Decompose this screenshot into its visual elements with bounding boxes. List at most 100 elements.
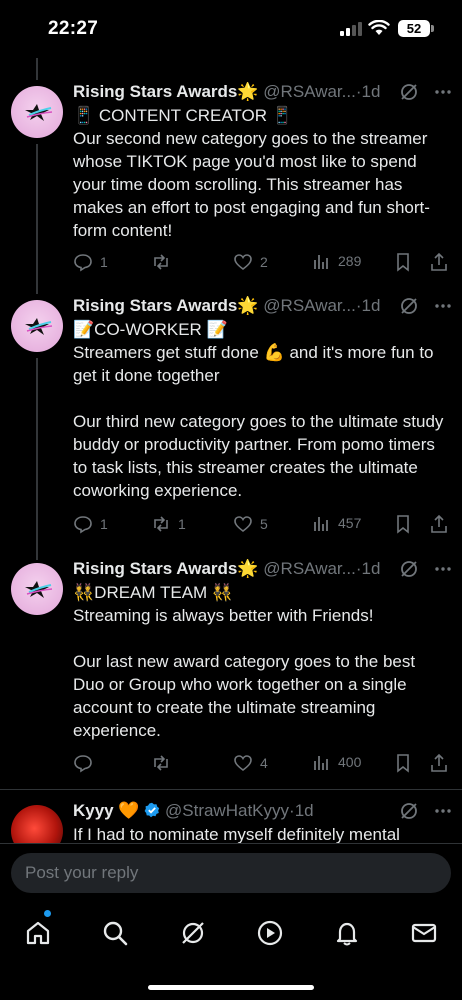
display-name[interactable]: Rising Stars Awards🌟	[73, 82, 259, 101]
avatar[interactable]	[11, 300, 63, 352]
views-button[interactable]: 289	[313, 252, 361, 270]
thread-connector	[36, 58, 38, 80]
thread-feed[interactable]: Rising Stars Awards🌟 @RSAwar...·1d 📱 CON…	[0, 58, 462, 843]
wifi-icon	[368, 20, 390, 35]
views-icon	[314, 756, 328, 770]
reply-button[interactable]: 1	[73, 514, 108, 534]
user-handle[interactable]: @StrawHatKyyy	[165, 801, 289, 820]
more-options-icon[interactable]	[433, 82, 453, 102]
tweet-text: 👯DREAM TEAM 👯 Streaming is always better…	[73, 583, 416, 740]
tweet-age: 1d	[294, 801, 314, 820]
share-icon[interactable]	[429, 753, 449, 773]
reply-count: 1	[100, 516, 108, 532]
tweet-text: If I had to nominate myself definitely m…	[73, 825, 400, 843]
grok-icon[interactable]	[399, 296, 419, 316]
tweet-header-actions	[399, 82, 453, 102]
view-count: 289	[338, 253, 362, 269]
views-button[interactable]: 400	[313, 753, 361, 771]
grok-icon[interactable]	[399, 559, 419, 579]
like-icon	[234, 755, 252, 772]
like-icon	[234, 516, 252, 533]
user-handle[interactable]: @RSAwar...	[263, 296, 356, 315]
rising-stars-logo-icon	[25, 581, 53, 598]
battery-tip	[431, 25, 434, 32]
notifications-icon	[336, 922, 358, 946]
repost-icon	[154, 516, 168, 532]
repost-button[interactable]	[151, 252, 178, 272]
tab-search[interactable]	[99, 917, 131, 949]
bookmark-icon[interactable]	[393, 252, 413, 272]
verified-badge-icon	[144, 802, 160, 818]
tweet[interactable]: Kyyy 🧡 @StrawHatKyyy·1d If I had to nomi…	[0, 801, 462, 843]
view-count: 400	[338, 754, 362, 770]
display-name[interactable]: Rising Stars Awards🌟	[73, 296, 259, 315]
reply-input[interactable]: Post your reply	[11, 853, 451, 893]
tab-home[interactable]	[22, 917, 54, 949]
display-name[interactable]: Kyyy 🧡	[73, 801, 140, 820]
tweet-header-actions	[399, 801, 453, 821]
tweet-text: 📱 CONTENT CREATOR 📱 Our second new categ…	[73, 106, 430, 240]
home-icon	[26, 921, 50, 945]
tweet[interactable]: Rising Stars Awards🌟 @RSAwar...·1d 📱 CON…	[0, 82, 462, 296]
tweet-header: Rising Stars Awards🌟 @RSAwar...·1d	[73, 82, 453, 106]
share-icon[interactable]	[429, 252, 449, 272]
avatar[interactable]	[11, 563, 63, 615]
views-icon	[314, 255, 328, 269]
grok-icon[interactable]	[399, 801, 419, 821]
tweet-header: Rising Stars Awards🌟 @RSAwar...·1d	[73, 296, 453, 320]
reply-composer-bar: Post your reply	[0, 843, 462, 903]
like-button[interactable]: 4	[233, 753, 268, 773]
reply-count: 1	[100, 254, 108, 270]
more-options-icon[interactable]	[433, 559, 453, 579]
display-name[interactable]: Rising Stars Awards🌟	[73, 559, 259, 578]
battery-indicator: 52	[398, 20, 430, 37]
repost-icon	[154, 254, 168, 270]
tab-video[interactable]	[254, 917, 286, 949]
views-button[interactable]: 457	[313, 514, 361, 532]
user-handle[interactable]: @RSAwar...	[263, 559, 356, 578]
tweet[interactable]: Rising Stars Awards🌟 @RSAwar...·1d 📝CO-W…	[0, 296, 462, 558]
tweet-actions: 1 1 5 457	[73, 514, 453, 536]
rising-stars-logo-icon	[25, 104, 53, 121]
reply-button[interactable]: 1	[73, 252, 108, 272]
like-count: 2	[260, 254, 268, 270]
home-notification-dot	[44, 910, 51, 917]
repost-button[interactable]	[151, 753, 178, 773]
search-icon	[103, 921, 128, 946]
status-time: 22:27	[48, 18, 99, 39]
bookmark-icon[interactable]	[393, 514, 413, 534]
reply-button[interactable]	[73, 753, 100, 773]
tweet-age: 1d	[361, 559, 381, 578]
view-count: 457	[338, 515, 362, 531]
more-options-icon[interactable]	[433, 296, 453, 316]
bookmark-icon[interactable]	[393, 753, 413, 773]
user-handle[interactable]: @RSAwar...	[263, 82, 356, 101]
tweet-actions: 4 400	[73, 753, 453, 775]
tweet-age: 1d	[361, 296, 381, 315]
more-options-icon[interactable]	[433, 801, 453, 821]
like-count: 5	[260, 516, 268, 532]
like-button[interactable]: 2	[233, 252, 268, 272]
repost-button[interactable]: 1	[151, 514, 186, 534]
avatar[interactable]	[11, 805, 63, 843]
views-icon	[314, 517, 328, 531]
tweet-age: 1d	[361, 82, 381, 101]
cellular-signal-icon	[340, 22, 362, 36]
grok-icon	[182, 922, 204, 944]
repost-count: 1	[178, 516, 186, 532]
grok-icon[interactable]	[399, 82, 419, 102]
tweet-header: Kyyy 🧡 @StrawHatKyyy·1d	[73, 801, 453, 825]
video-icon	[257, 920, 283, 946]
tweet-header: Rising Stars Awards🌟 @RSAwar...·1d	[73, 559, 453, 583]
tweet-text: 📝CO-WORKER 📝 Streamers get stuff done 💪 …	[73, 320, 444, 500]
tweet[interactable]: Rising Stars Awards🌟 @RSAwar...·1d 👯DREA…	[0, 559, 462, 789]
tab-notifications[interactable]	[331, 917, 363, 949]
tab-grok[interactable]	[177, 917, 209, 949]
tweet-actions: 1 2 289	[73, 252, 453, 274]
like-button[interactable]: 5	[233, 514, 268, 534]
like-icon	[234, 254, 252, 271]
tab-messages[interactable]	[408, 917, 440, 949]
share-icon[interactable]	[429, 514, 449, 534]
home-indicator[interactable]	[148, 985, 314, 990]
avatar[interactable]	[11, 86, 63, 138]
